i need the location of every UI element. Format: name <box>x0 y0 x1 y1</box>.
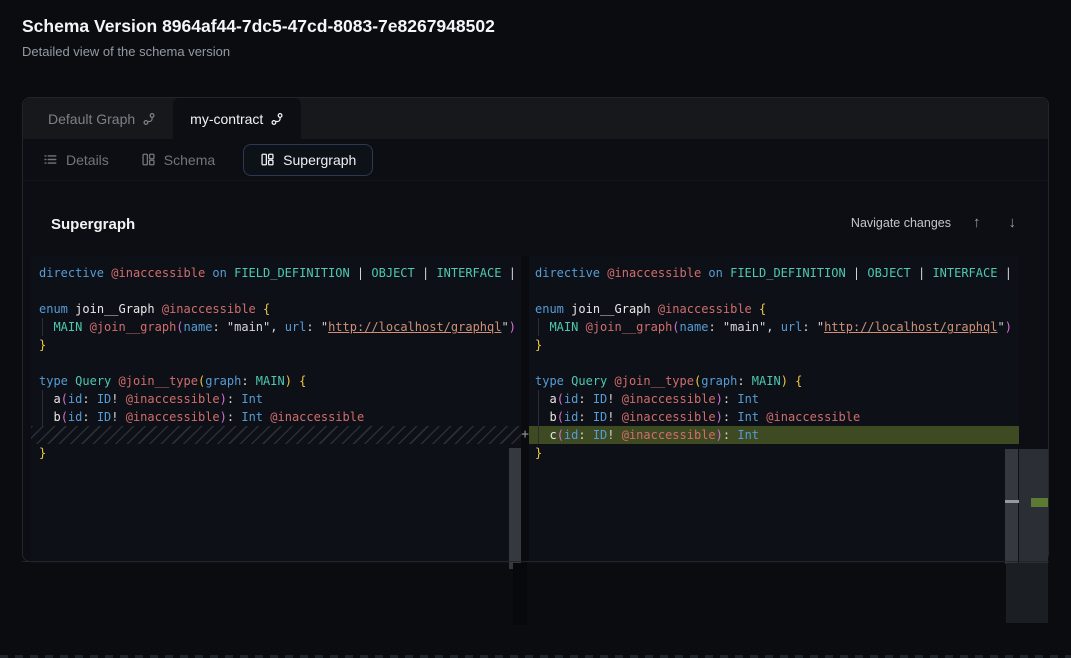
code-line: b(id: ID! @inaccessible): Int @inaccessi… <box>529 408 1019 426</box>
view-tabbar: Details Schema Supergraph <box>23 139 1048 181</box>
code-line: directive @inaccessible on FIELD_DEFINIT… <box>529 264 1019 282</box>
code-line: MAIN @join__graph(name: "main", url: "ht… <box>529 318 1019 336</box>
code-line <box>529 282 1019 300</box>
diff-editor-original-pane[interactable]: directive @inaccessible on FIELD_DEFINIT… <box>31 256 521 563</box>
code-line <box>31 354 521 372</box>
code-line: a(id: ID! @inaccessible): Int <box>529 390 1019 408</box>
code-line: type Query @join__type(graph: MAIN) { <box>529 372 1019 390</box>
code-line: enum join__Graph @inaccessible { <box>31 300 521 318</box>
columns-icon <box>141 152 156 167</box>
arrow-up-icon: ↑ <box>973 214 981 231</box>
code-line: a(id: ID! @inaccessible): Int <box>31 390 521 408</box>
list-icon <box>43 152 58 167</box>
branch-icon <box>142 112 156 126</box>
code-line: } <box>31 336 521 354</box>
code-line: } <box>529 336 1019 354</box>
page-subtitle: Detailed view of the schema version <box>22 44 230 59</box>
arrow-down-icon: ↓ <box>1009 214 1017 231</box>
tab-details[interactable]: Details <box>39 145 113 175</box>
tab-label: my-contract <box>190 111 263 127</box>
tab-my-contract[interactable]: my-contract <box>173 98 301 139</box>
code-line: c(id: ID! @inaccessible): Int <box>529 426 1019 444</box>
tab-schema[interactable]: Schema <box>137 145 219 175</box>
columns-icon <box>260 152 275 167</box>
schema-version-card: Default Graph my-contract Details <box>22 97 1049 562</box>
tab-label: Default Graph <box>48 111 135 127</box>
tab-supergraph[interactable]: Supergraph <box>243 144 373 176</box>
navigate-previous-button[interactable]: ↑ <box>967 212 987 233</box>
code-line: enum join__Graph @inaccessible { <box>529 300 1019 318</box>
diff-editor-modified-pane[interactable]: directive @inaccessible on FIELD_DEFINIT… <box>529 256 1019 563</box>
graph-tabbar: Default Graph my-contract <box>23 98 1048 139</box>
navigate-next-button[interactable]: ↓ <box>1003 212 1023 233</box>
diff-filler-line <box>31 426 521 444</box>
right-editor-scrollbar[interactable] <box>1005 449 1018 564</box>
code-line <box>529 354 1019 372</box>
overview-ruler-added-marker <box>1031 498 1048 507</box>
tab-label: Supergraph <box>283 152 356 168</box>
branch-icon <box>270 112 284 126</box>
left-editor-scrollbar[interactable] <box>509 448 521 569</box>
code-line <box>31 282 521 300</box>
ruler-overflow <box>1006 563 1048 623</box>
code-line: MAIN @join__graph(name: "main", url: "ht… <box>31 318 521 336</box>
sash-overflow <box>513 563 527 625</box>
code-line: } <box>31 444 521 462</box>
tab-label: Details <box>66 152 109 168</box>
page-title: Schema Version 8964af44-7dc5-47cd-8083-7… <box>22 16 495 37</box>
card-bottom-border <box>22 561 1049 562</box>
code-line: } <box>529 444 1019 462</box>
diff-editor-sash[interactable] <box>521 256 529 563</box>
navigate-changes: Navigate changes ↑ ↓ <box>851 212 1022 233</box>
code-line: directive @inaccessible on FIELD_DEFINIT… <box>31 264 521 282</box>
tab-default-graph[interactable]: Default Graph <box>31 98 173 139</box>
panel-heading: Supergraph <box>51 216 135 233</box>
overview-ruler-position-marker <box>1005 500 1019 503</box>
diff-insert-sign: + <box>517 426 533 444</box>
navigate-changes-label: Navigate changes <box>851 216 951 230</box>
tab-label: Schema <box>164 152 215 168</box>
code-line: b(id: ID! @inaccessible): Int @inaccessi… <box>31 408 521 426</box>
code-line: type Query @join__type(graph: MAIN) { <box>31 372 521 390</box>
